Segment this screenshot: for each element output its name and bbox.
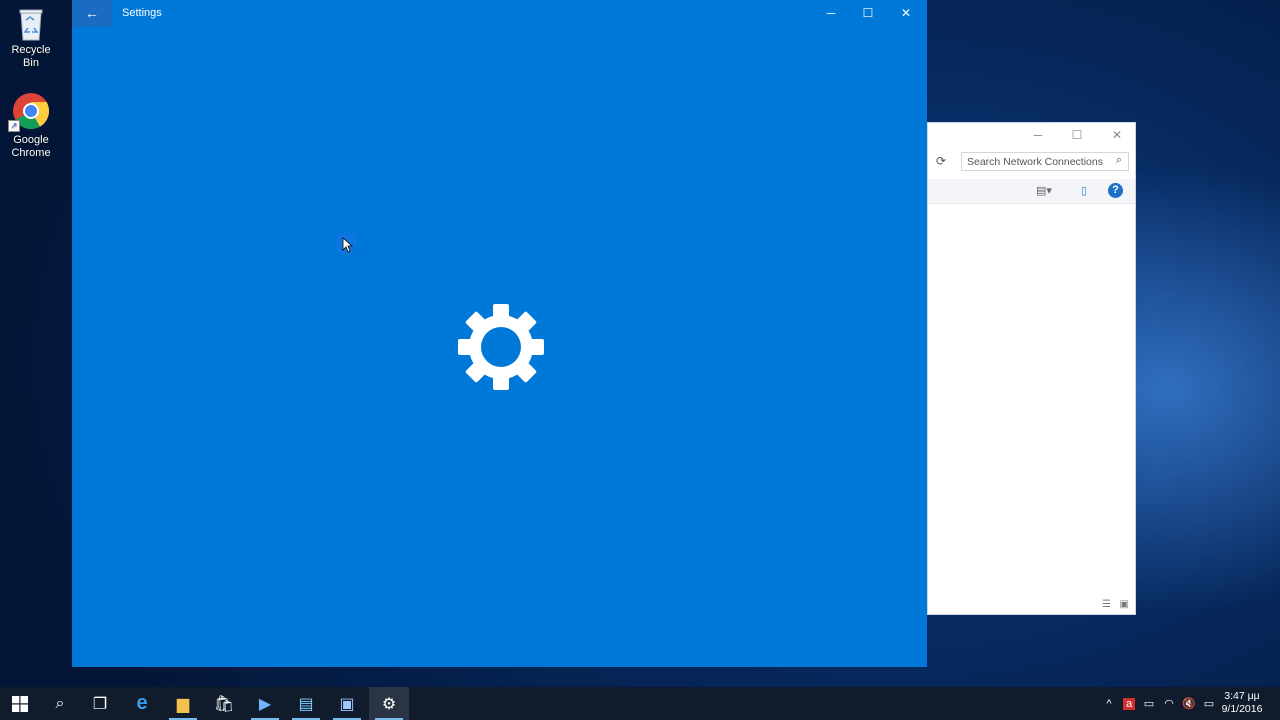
taskbar-app-1[interactable]: ▶: [245, 687, 285, 720]
volume-muted-icon: 🔇: [1182, 698, 1196, 710]
search-icon[interactable]: ⌕: [1116, 154, 1122, 167]
close-button[interactable]: ✕: [1104, 126, 1130, 144]
start-button[interactable]: [0, 687, 40, 720]
desktop-icon-label: Google Chrome: [11, 134, 51, 159]
show-hidden-icons-button[interactable]: ^: [1100, 687, 1118, 720]
taskbar-edge[interactable]: e: [122, 687, 162, 720]
video-app-icon: ▶: [258, 695, 272, 713]
desktop-icon-google-chrome[interactable]: ↗ Google Chrome: [2, 92, 60, 160]
large-icons-view-icon[interactable]: ▣: [1120, 599, 1129, 610]
settings-window[interactable]: ← Settings ─ ☐ ✕: [72, 0, 927, 667]
task-view-icon: ❐: [92, 695, 108, 713]
recycle-bin-icon: [14, 6, 48, 41]
network-window-icon: ▣: [339, 695, 355, 713]
taskbar-settings[interactable]: ⚙: [369, 687, 409, 720]
folder-icon: ▆: [176, 695, 190, 713]
chrome-icon: ↗: [8, 92, 50, 132]
taskbar-app-3[interactable]: ▣: [327, 687, 367, 720]
maximize-button[interactable]: ☐: [849, 0, 887, 27]
tray-volume[interactable]: 🔇: [1180, 687, 1198, 720]
clock-time: 3:47 μμ: [1224, 690, 1260, 702]
back-arrow-icon: ←: [85, 5, 99, 21]
window-title: Settings: [122, 7, 162, 19]
preview-pane-icon[interactable]: ▯: [1081, 184, 1087, 197]
battery-icon: ▭: [1143, 698, 1155, 710]
taskbar-app-2[interactable]: ▤: [286, 687, 326, 720]
taskbar: ⌕ ❐ e ▆ 🛍 ▶ ▤ ▣ ⚙ ^ a ▭ ◠ 🔇 ▭ 3:47 μμ 9/…: [0, 687, 1280, 720]
notification-icon: ▭: [1203, 698, 1215, 710]
close-button[interactable]: ✕: [887, 0, 925, 27]
gear-icon: [458, 304, 544, 390]
search-button[interactable]: ⌕: [40, 687, 80, 720]
back-button[interactable]: ←: [72, 0, 112, 27]
chevron-up-icon: ^: [1106, 697, 1112, 710]
tray-battery[interactable]: ▭: [1140, 687, 1158, 720]
clock[interactable]: 3:47 μμ 9/1/2016: [1216, 690, 1268, 716]
help-icon[interactable]: ?: [1108, 183, 1123, 198]
taskbar-store[interactable]: 🛍: [204, 687, 244, 720]
windows-logo-icon: [12, 695, 28, 712]
search-icon: ⌕: [55, 694, 65, 712]
task-view-button[interactable]: ❐: [80, 687, 120, 720]
network-window-titlebar[interactable]: ─ ☐ ✕: [928, 123, 1135, 147]
edge-icon: e: [136, 692, 148, 714]
store-icon: 🛍: [213, 695, 235, 713]
desktop-icon-label: Recycle Bin: [11, 44, 51, 69]
wifi-icon: ◠: [1164, 698, 1174, 710]
control-panel-icon: ▤: [298, 695, 314, 713]
change-view-icon[interactable]: ▤▾: [1036, 184, 1052, 197]
mouse-cursor-icon: [335, 232, 357, 254]
maximize-button[interactable]: ☐: [1064, 126, 1090, 144]
tray-antivirus[interactable]: a: [1120, 687, 1138, 720]
settings-icon: ⚙: [381, 695, 397, 713]
minimize-button[interactable]: ─: [1025, 126, 1051, 144]
desktop-icon-recycle-bin[interactable]: Recycle Bin: [2, 6, 60, 70]
network-connections-window[interactable]: ─ ☐ ✕ ⟳ ⌕ ▤▾ ▯ ? ☰ ▣: [927, 122, 1136, 615]
taskbar-file-explorer[interactable]: ▆: [163, 687, 203, 720]
clock-date: 9/1/2016: [1221, 703, 1263, 715]
minimize-button[interactable]: ─: [812, 0, 850, 27]
details-view-icon[interactable]: ☰: [1102, 599, 1111, 610]
refresh-icon[interactable]: ⟳: [936, 154, 946, 168]
tray-network[interactable]: ◠: [1160, 687, 1178, 720]
antivirus-icon: a: [1122, 697, 1136, 710]
network-window-toolbar: ▤▾ ▯ ?: [928, 179, 1135, 204]
search-input[interactable]: [961, 152, 1129, 171]
